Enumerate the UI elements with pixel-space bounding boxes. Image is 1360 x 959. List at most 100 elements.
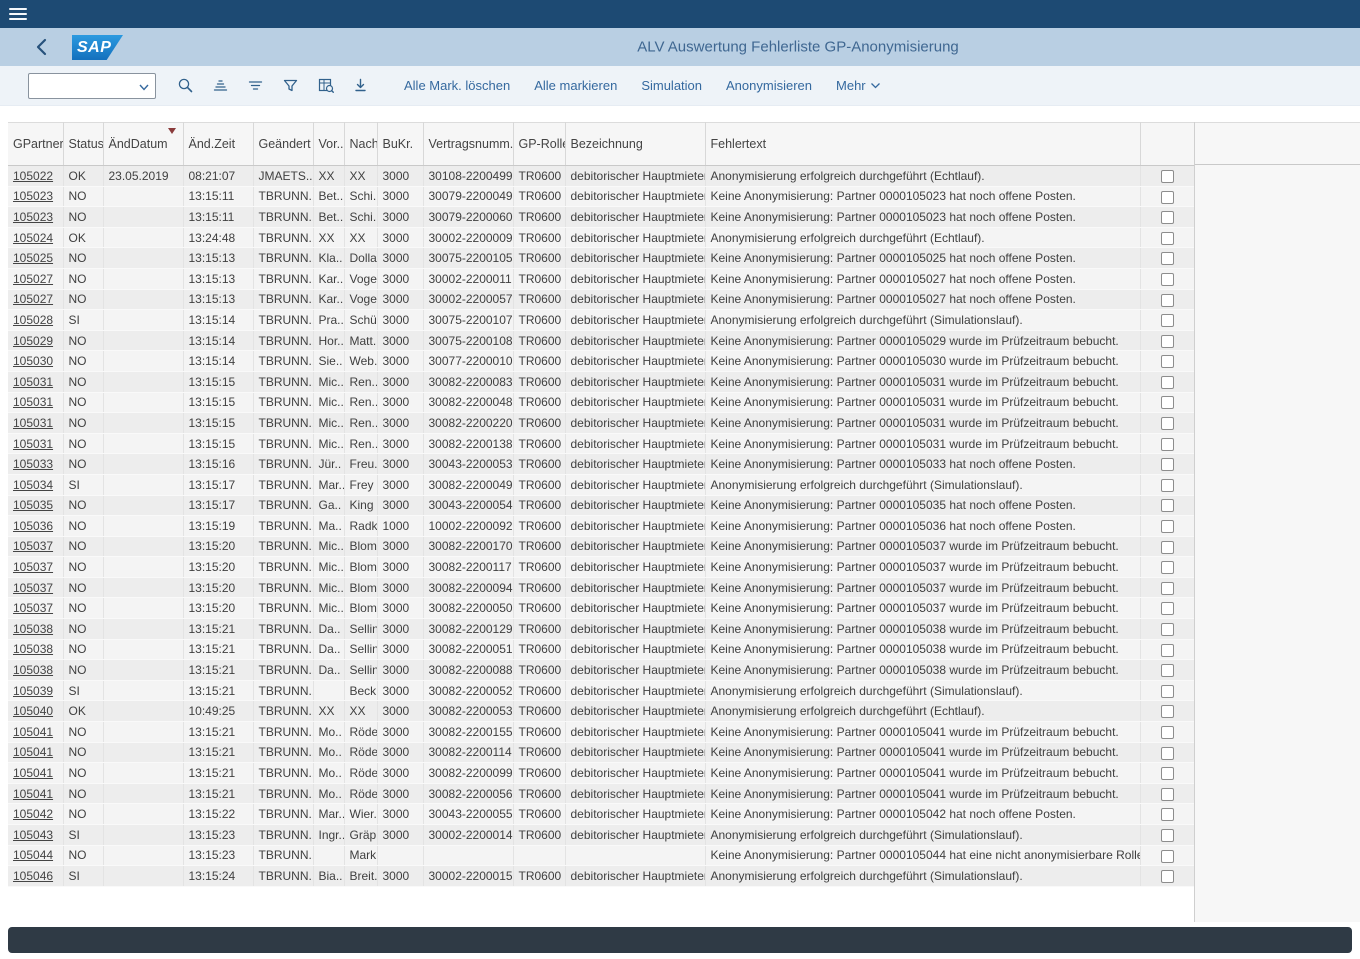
gpartner-link[interactable]: 105030 <box>13 354 53 368</box>
gpartner-link[interactable]: 105024 <box>13 231 53 245</box>
gpartner-link[interactable]: 105034 <box>13 478 53 492</box>
column-header-geaendert[interactable]: Geändert <box>253 123 313 166</box>
layout-select[interactable] <box>28 73 156 99</box>
anonymize-button[interactable]: Anonymisieren <box>714 74 824 97</box>
row-checkbox[interactable] <box>1161 747 1174 760</box>
row-checkbox[interactable] <box>1161 499 1174 512</box>
row-checkbox[interactable] <box>1161 211 1174 224</box>
column-header-bezeichnung[interactable]: Bezeichnung <box>565 123 705 166</box>
gpartner-link[interactable]: 105023 <box>13 210 53 224</box>
gpartner-link[interactable]: 105031 <box>13 437 53 451</box>
row-checkbox[interactable] <box>1161 170 1174 183</box>
gpartner-link[interactable]: 105038 <box>13 622 53 636</box>
column-header-vertragsnummer[interactable]: Vertragsnumm.. <box>423 123 513 166</box>
column-header-bukr[interactable]: BuKr. <box>377 123 423 166</box>
cell-bukr: 3000 <box>377 722 423 743</box>
simulation-button[interactable]: Simulation <box>629 74 714 97</box>
gpartner-link[interactable]: 105038 <box>13 642 53 656</box>
gpartner-link[interactable]: 105025 <box>13 251 53 265</box>
export-icon[interactable] <box>343 72 378 100</box>
row-checkbox[interactable] <box>1161 273 1174 286</box>
gpartner-link[interactable]: 105041 <box>13 766 53 780</box>
gpartner-link[interactable]: 105044 <box>13 848 53 862</box>
row-checkbox[interactable] <box>1161 335 1174 348</box>
row-checkbox[interactable] <box>1161 396 1174 409</box>
gpartner-link[interactable]: 105043 <box>13 828 53 842</box>
search-icon[interactable] <box>168 72 203 100</box>
column-header-vorname[interactable]: Vor.. <box>313 123 344 166</box>
row-checkbox[interactable] <box>1161 705 1174 718</box>
view-settings-icon[interactable] <box>308 72 343 100</box>
row-checkbox[interactable] <box>1161 438 1174 451</box>
gpartner-link[interactable]: 105037 <box>13 581 53 595</box>
column-header-gpartner[interactable]: GPartner <box>8 123 63 166</box>
row-checkbox[interactable] <box>1161 294 1174 307</box>
row-checkbox[interactable] <box>1161 870 1174 883</box>
gpartner-link[interactable]: 105042 <box>13 807 53 821</box>
sort-descending-icon[interactable] <box>238 72 273 100</box>
row-checkbox[interactable] <box>1161 252 1174 265</box>
gpartner-link[interactable]: 105022 <box>13 169 53 183</box>
gpartner-link[interactable]: 105041 <box>13 725 53 739</box>
gpartner-link[interactable]: 105037 <box>13 539 53 553</box>
gpartner-link[interactable]: 105037 <box>13 560 53 574</box>
gpartner-link[interactable]: 105039 <box>13 684 53 698</box>
more-button[interactable]: Mehr <box>824 74 893 97</box>
row-checkbox[interactable] <box>1161 788 1174 801</box>
row-checkbox[interactable] <box>1161 355 1174 368</box>
sort-ascending-icon[interactable] <box>203 72 238 100</box>
gpartner-link[interactable]: 105046 <box>13 869 53 883</box>
gpartner-link[interactable]: 105031 <box>13 416 53 430</box>
gpartner-link[interactable]: 105031 <box>13 395 53 409</box>
gpartner-link[interactable]: 105023 <box>13 189 53 203</box>
row-checkbox[interactable] <box>1161 458 1174 471</box>
gpartner-link[interactable]: 105041 <box>13 787 53 801</box>
gpartner-link[interactable]: 105035 <box>13 498 53 512</box>
column-header-nachname[interactable]: Nach.. <box>344 123 377 166</box>
gpartner-link[interactable]: 105029 <box>13 334 53 348</box>
back-button[interactable] <box>33 37 51 57</box>
row-checkbox[interactable] <box>1161 685 1174 698</box>
row-checkbox[interactable] <box>1161 829 1174 842</box>
gpartner-link[interactable]: 105028 <box>13 313 53 327</box>
filter-icon[interactable] <box>273 72 308 100</box>
column-header-aendzeit[interactable]: Änd.Zeit <box>183 123 253 166</box>
cell-fehlertext: Keine Anonymisierung: Partner 0000105041… <box>705 722 1140 743</box>
column-header-select[interactable] <box>1140 123 1194 166</box>
row-checkbox[interactable] <box>1161 644 1174 657</box>
row-checkbox[interactable] <box>1161 191 1174 204</box>
gpartner-link[interactable]: 105027 <box>13 292 53 306</box>
row-checkbox[interactable] <box>1161 767 1174 780</box>
column-header-status[interactable]: Status <box>63 123 103 166</box>
gpartner-link[interactable]: 105033 <box>13 457 53 471</box>
row-checkbox[interactable] <box>1161 541 1174 554</box>
row-checkbox[interactable] <box>1161 314 1174 327</box>
row-checkbox[interactable] <box>1161 664 1174 677</box>
gpartner-link[interactable]: 105041 <box>13 745 53 759</box>
row-checkbox[interactable] <box>1161 479 1174 492</box>
row-checkbox[interactable] <box>1161 623 1174 636</box>
row-checkbox[interactable] <box>1161 850 1174 863</box>
column-header-fehlertext[interactable]: Fehlertext <box>705 123 1140 166</box>
row-checkbox[interactable] <box>1161 232 1174 245</box>
column-header-gprolle[interactable]: GP-Rolle <box>513 123 565 166</box>
row-checkbox[interactable] <box>1161 726 1174 739</box>
row-checkbox[interactable] <box>1161 582 1174 595</box>
gpartner-link[interactable]: 105037 <box>13 601 53 615</box>
row-checkbox[interactable] <box>1161 602 1174 615</box>
gpartner-link[interactable]: 105031 <box>13 375 53 389</box>
gpartner-link[interactable]: 105027 <box>13 272 53 286</box>
row-checkbox[interactable] <box>1161 417 1174 430</box>
menu-icon[interactable] <box>9 8 27 21</box>
column-header-aenddatum[interactable]: ÄndDatum <box>103 123 183 166</box>
row-checkbox[interactable] <box>1161 561 1174 574</box>
row-checkbox[interactable] <box>1161 520 1174 533</box>
gpartner-link[interactable]: 105038 <box>13 663 53 677</box>
gpartner-link[interactable]: 105040 <box>13 704 53 718</box>
select-all-button[interactable]: Alle markieren <box>522 74 629 97</box>
clear-all-selections-button[interactable]: Alle Mark. löschen <box>392 74 522 97</box>
gpartner-link[interactable]: 105036 <box>13 519 53 533</box>
cell-nachname: Schü.. <box>344 310 377 331</box>
row-checkbox[interactable] <box>1161 376 1174 389</box>
row-checkbox[interactable] <box>1161 808 1174 821</box>
